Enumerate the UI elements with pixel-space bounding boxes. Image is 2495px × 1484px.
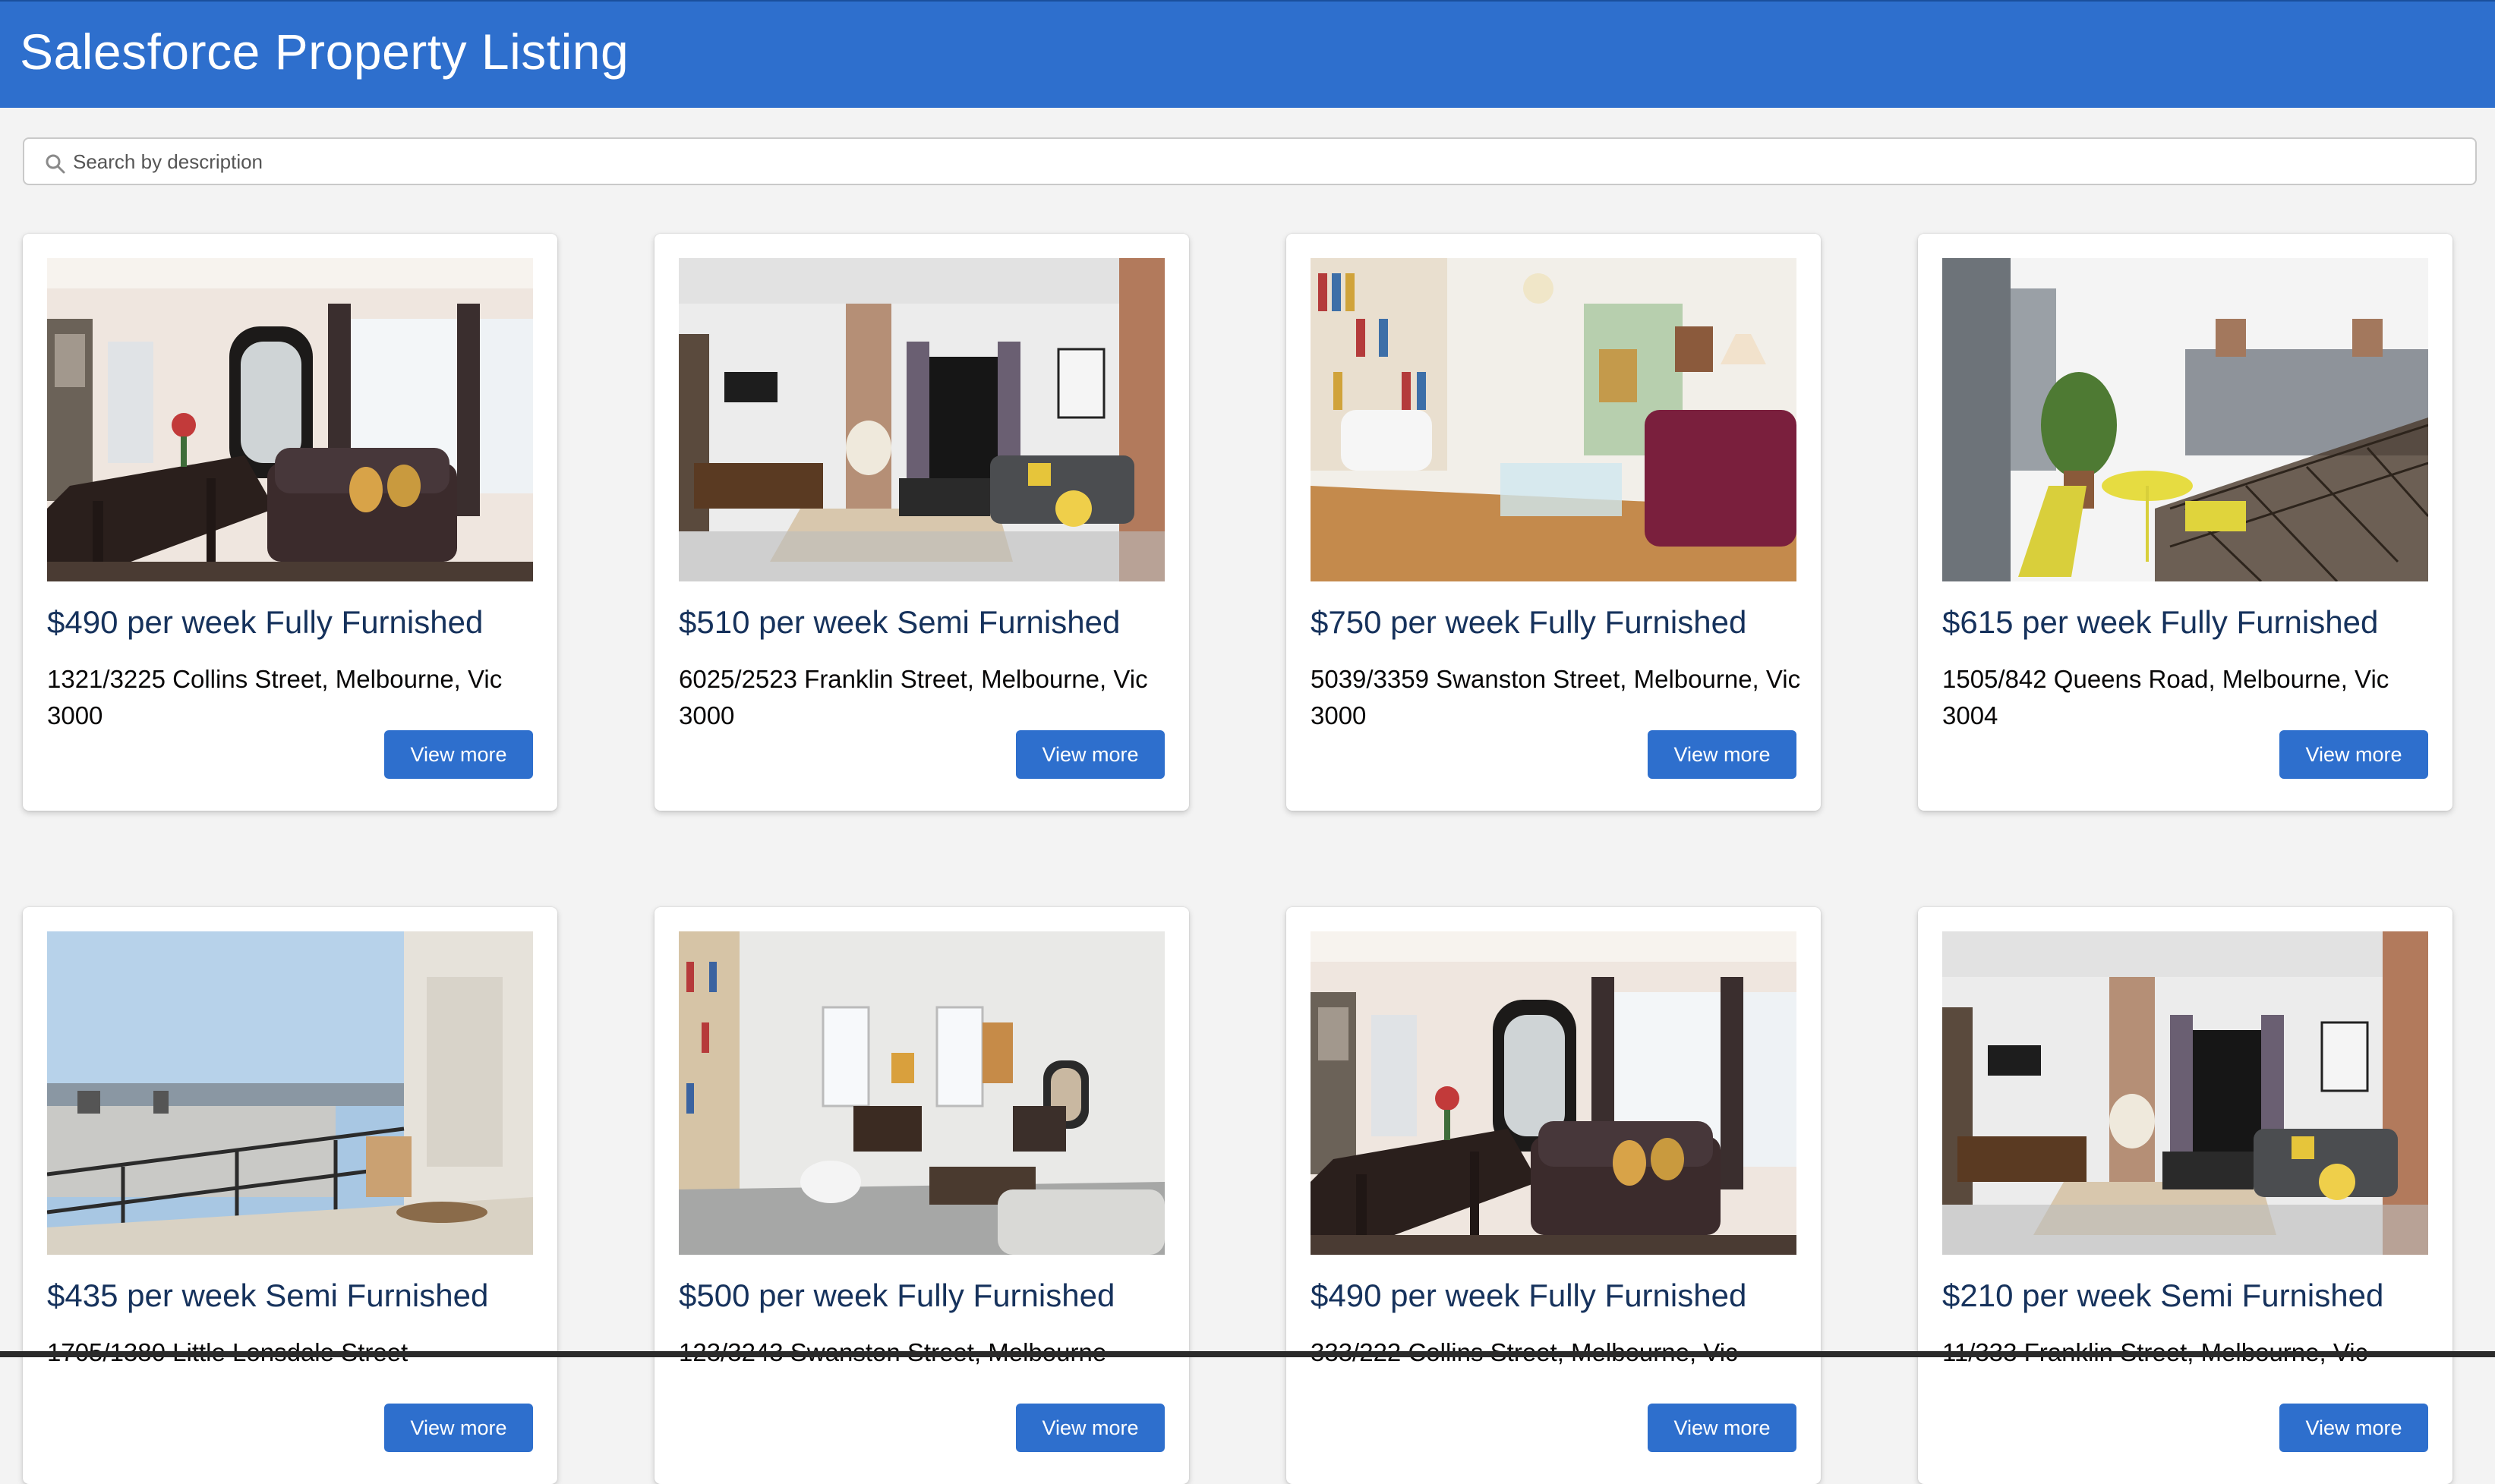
view-more-button[interactable]: View more bbox=[1648, 730, 1796, 779]
listing-address: 1505/842 Queens Road, Melbourne, Vic 300… bbox=[1942, 665, 2389, 729]
window-bottom-edge bbox=[0, 1351, 2495, 1357]
view-more-button[interactable]: View more bbox=[2279, 1404, 2428, 1452]
property-photo[interactable] bbox=[679, 931, 1165, 1255]
property-card[interactable]: $490 per week Fully Furnished 333/222 Co… bbox=[1286, 907, 1821, 1484]
property-photo[interactable] bbox=[1311, 931, 1796, 1255]
listing-address: 6025/2523 Franklin Street, Melbourne, Vi… bbox=[679, 665, 1148, 729]
listing-address: 1321/3225 Collins Street, Melbourne, Vic… bbox=[47, 665, 503, 729]
listing-price: $435 per week Semi Furnished bbox=[47, 1278, 489, 1313]
property-card[interactable]: $750 per week Fully Furnished 5039/3359 … bbox=[1286, 234, 1821, 811]
property-card[interactable]: $615 per week Fully Furnished 1505/842 Q… bbox=[1918, 234, 2452, 811]
property-photo[interactable] bbox=[1311, 258, 1796, 581]
listing-price: $500 per week Fully Furnished bbox=[679, 1278, 1115, 1313]
view-more-button[interactable]: View more bbox=[1016, 1404, 1165, 1452]
view-more-button[interactable]: View more bbox=[2279, 730, 2428, 779]
property-photo[interactable] bbox=[47, 931, 533, 1255]
listing-address: 5039/3359 Swanston Street, Melbourne, Vi… bbox=[1311, 665, 1801, 729]
property-card[interactable]: $500 per week Fully Furnished 123/3243 S… bbox=[655, 907, 1189, 1484]
property-card[interactable]: $435 per week Semi Furnished 1705/1380 L… bbox=[23, 907, 557, 1484]
property-card[interactable]: $510 per week Semi Furnished 6025/2523 F… bbox=[655, 234, 1189, 811]
listing-price: $615 per week Fully Furnished bbox=[1942, 604, 2379, 640]
view-more-button[interactable]: View more bbox=[384, 1404, 533, 1452]
view-more-button[interactable]: View more bbox=[1648, 1404, 1796, 1452]
listing-grid: $490 per week Fully Furnished 1321/3225 … bbox=[0, 0, 2495, 1484]
listing-price: $510 per week Semi Furnished bbox=[679, 604, 1121, 640]
property-card[interactable]: $490 per week Fully Furnished 1321/3225 … bbox=[23, 234, 557, 811]
property-photo[interactable] bbox=[47, 258, 533, 581]
property-photo[interactable] bbox=[1942, 931, 2428, 1255]
listing-price: $490 per week Fully Furnished bbox=[47, 604, 484, 640]
listing-price: $210 per week Semi Furnished bbox=[1942, 1278, 2384, 1313]
property-photo[interactable] bbox=[1942, 258, 2428, 581]
view-more-button[interactable]: View more bbox=[384, 730, 533, 779]
view-more-button[interactable]: View more bbox=[1016, 730, 1165, 779]
property-photo[interactable] bbox=[679, 258, 1165, 581]
property-card[interactable]: $210 per week Semi Furnished 11/333 Fran… bbox=[1918, 907, 2452, 1484]
listing-price: $490 per week Fully Furnished bbox=[1311, 1278, 1747, 1313]
listing-price: $750 per week Fully Furnished bbox=[1311, 604, 1747, 640]
